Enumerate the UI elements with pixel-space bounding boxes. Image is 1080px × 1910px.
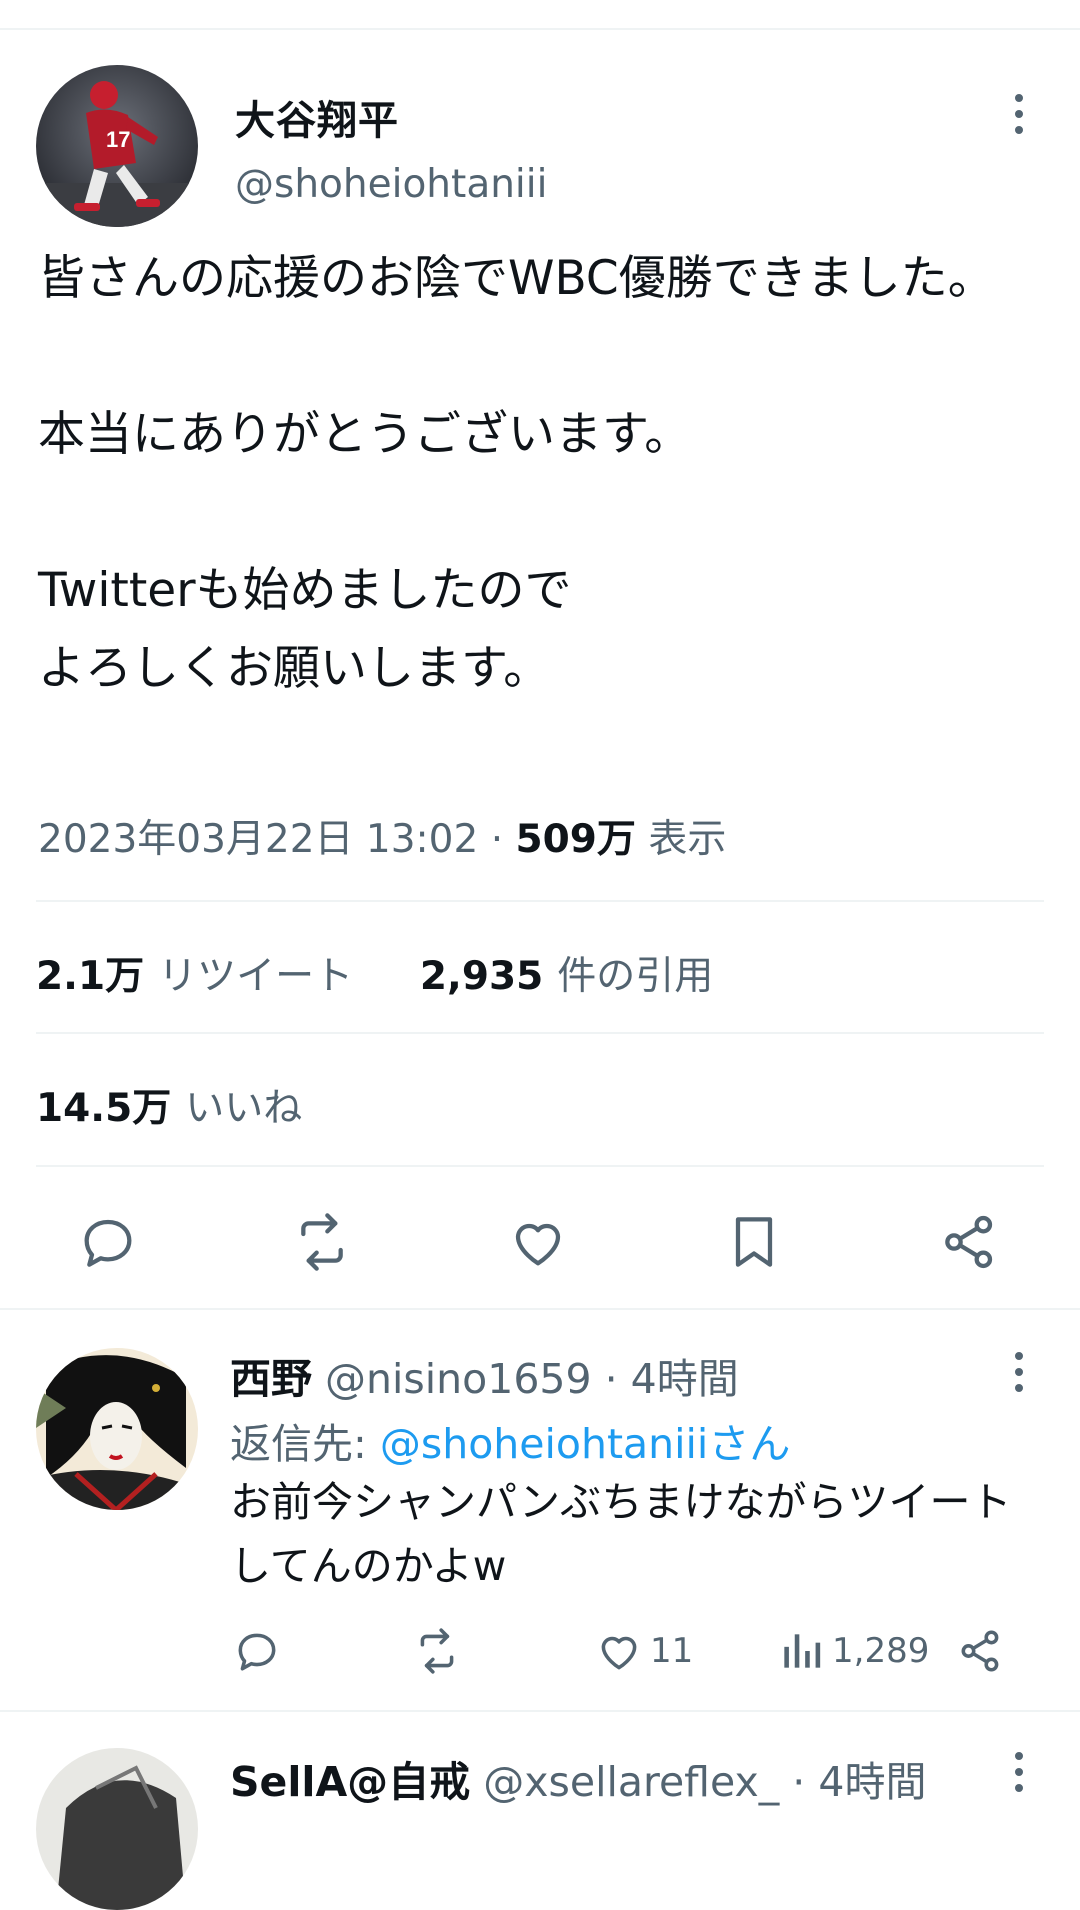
tweet-text: 皆さんの応援のお陰でWBC優勝できました。 本当にありがとうございます。 Twi… [38, 251, 995, 696]
views-icon [784, 1634, 821, 1668]
svg-text:17: 17 [106, 127, 130, 152]
reply-avatar[interactable] [36, 1748, 198, 1910]
tweet-timestamp[interactable]: 2023年03月22日 13:02 [38, 817, 478, 862]
more-options-icon[interactable] [1004, 92, 1034, 136]
likes-stat[interactable]: 14.5万 いいね [36, 1077, 302, 1133]
reply-icon[interactable] [76, 1210, 140, 1274]
reply-header: SellA@自戒 @xsellareflex_ · 4時間 [230, 1748, 926, 1808]
reply-like-button[interactable]: 11 [594, 1626, 693, 1676]
like-icon [601, 1636, 637, 1670]
reply-share-button[interactable] [956, 1626, 1006, 1676]
more-options-icon[interactable] [1004, 1350, 1034, 1394]
quotes-stat[interactable]: 2,935 件の引用 [420, 954, 713, 999]
author-handle[interactable]: @shoheiohtaniii [235, 162, 547, 207]
reply-icon [238, 1633, 276, 1671]
reply-handle-time[interactable]: @nisino1659 · 4時間 [325, 1355, 739, 1403]
retweets-stat[interactable]: 2.1万 リツイート [36, 954, 353, 999]
reply-text: お前今シャンパンぶちまけながらツイートしてんのかよw [230, 1478, 1012, 1590]
divider [36, 1165, 1044, 1167]
reply-author-name[interactable]: 西野 [230, 1355, 312, 1403]
views-count: 509万 [515, 817, 636, 862]
reply-views-count: 1,289 [832, 1631, 930, 1671]
share-icon[interactable] [938, 1210, 1002, 1274]
divider [36, 1032, 1044, 1034]
views-label: 表示 [648, 817, 727, 862]
likes-count: 14.5万 [36, 1086, 172, 1131]
meta-separator: · [490, 817, 504, 862]
retweets-count: 2.1万 [36, 954, 145, 999]
quotes-label: 件の引用 [557, 954, 714, 999]
reply-views-button[interactable]: 1,289 [776, 1626, 929, 1676]
reply-to-line: 返信先: @shoheiohtaniiiさん [230, 1410, 790, 1470]
more-options-icon[interactable] [1004, 1750, 1034, 1794]
share-icon [961, 1630, 999, 1672]
reply-avatar[interactable] [36, 1348, 198, 1510]
bookmark-icon[interactable] [722, 1210, 786, 1274]
retweets-label: リツイート [158, 954, 354, 999]
author-name[interactable]: 大谷翔平 [235, 88, 399, 146]
reply-reply-button[interactable] [232, 1626, 282, 1676]
retweet-quote-stats: 2.1万 リツイート 2,935 件の引用 [36, 945, 713, 1001]
author-avatar[interactable]: 17 [36, 65, 198, 227]
section-divider [0, 1308, 1080, 1310]
reply-to-prefix: 返信先: [230, 1420, 380, 1468]
section-divider [0, 1710, 1080, 1712]
reply-header: 西野 @nisino1659 · 4時間 [230, 1345, 739, 1405]
reply-to-link[interactable]: @shoheiohtaniiiさん [380, 1420, 790, 1468]
reply-retweet-button[interactable] [412, 1626, 462, 1676]
retweet-icon [420, 1628, 454, 1674]
tweet-meta: 2023年03月22日 13:02 · 509万 表示 [38, 808, 726, 864]
retweet-icon[interactable] [290, 1210, 354, 1274]
divider [36, 900, 1044, 902]
quotes-count: 2,935 [419, 954, 544, 999]
top-divider [0, 28, 1080, 30]
reply-like-count: 11 [650, 1631, 694, 1671]
like-icon[interactable] [506, 1210, 570, 1274]
likes-label: いいね [185, 1086, 303, 1131]
reply-author-name[interactable]: SellA@自戒 [230, 1758, 470, 1806]
reply-handle-time[interactable]: @xsellareflex_ · 4時間 [483, 1758, 926, 1806]
